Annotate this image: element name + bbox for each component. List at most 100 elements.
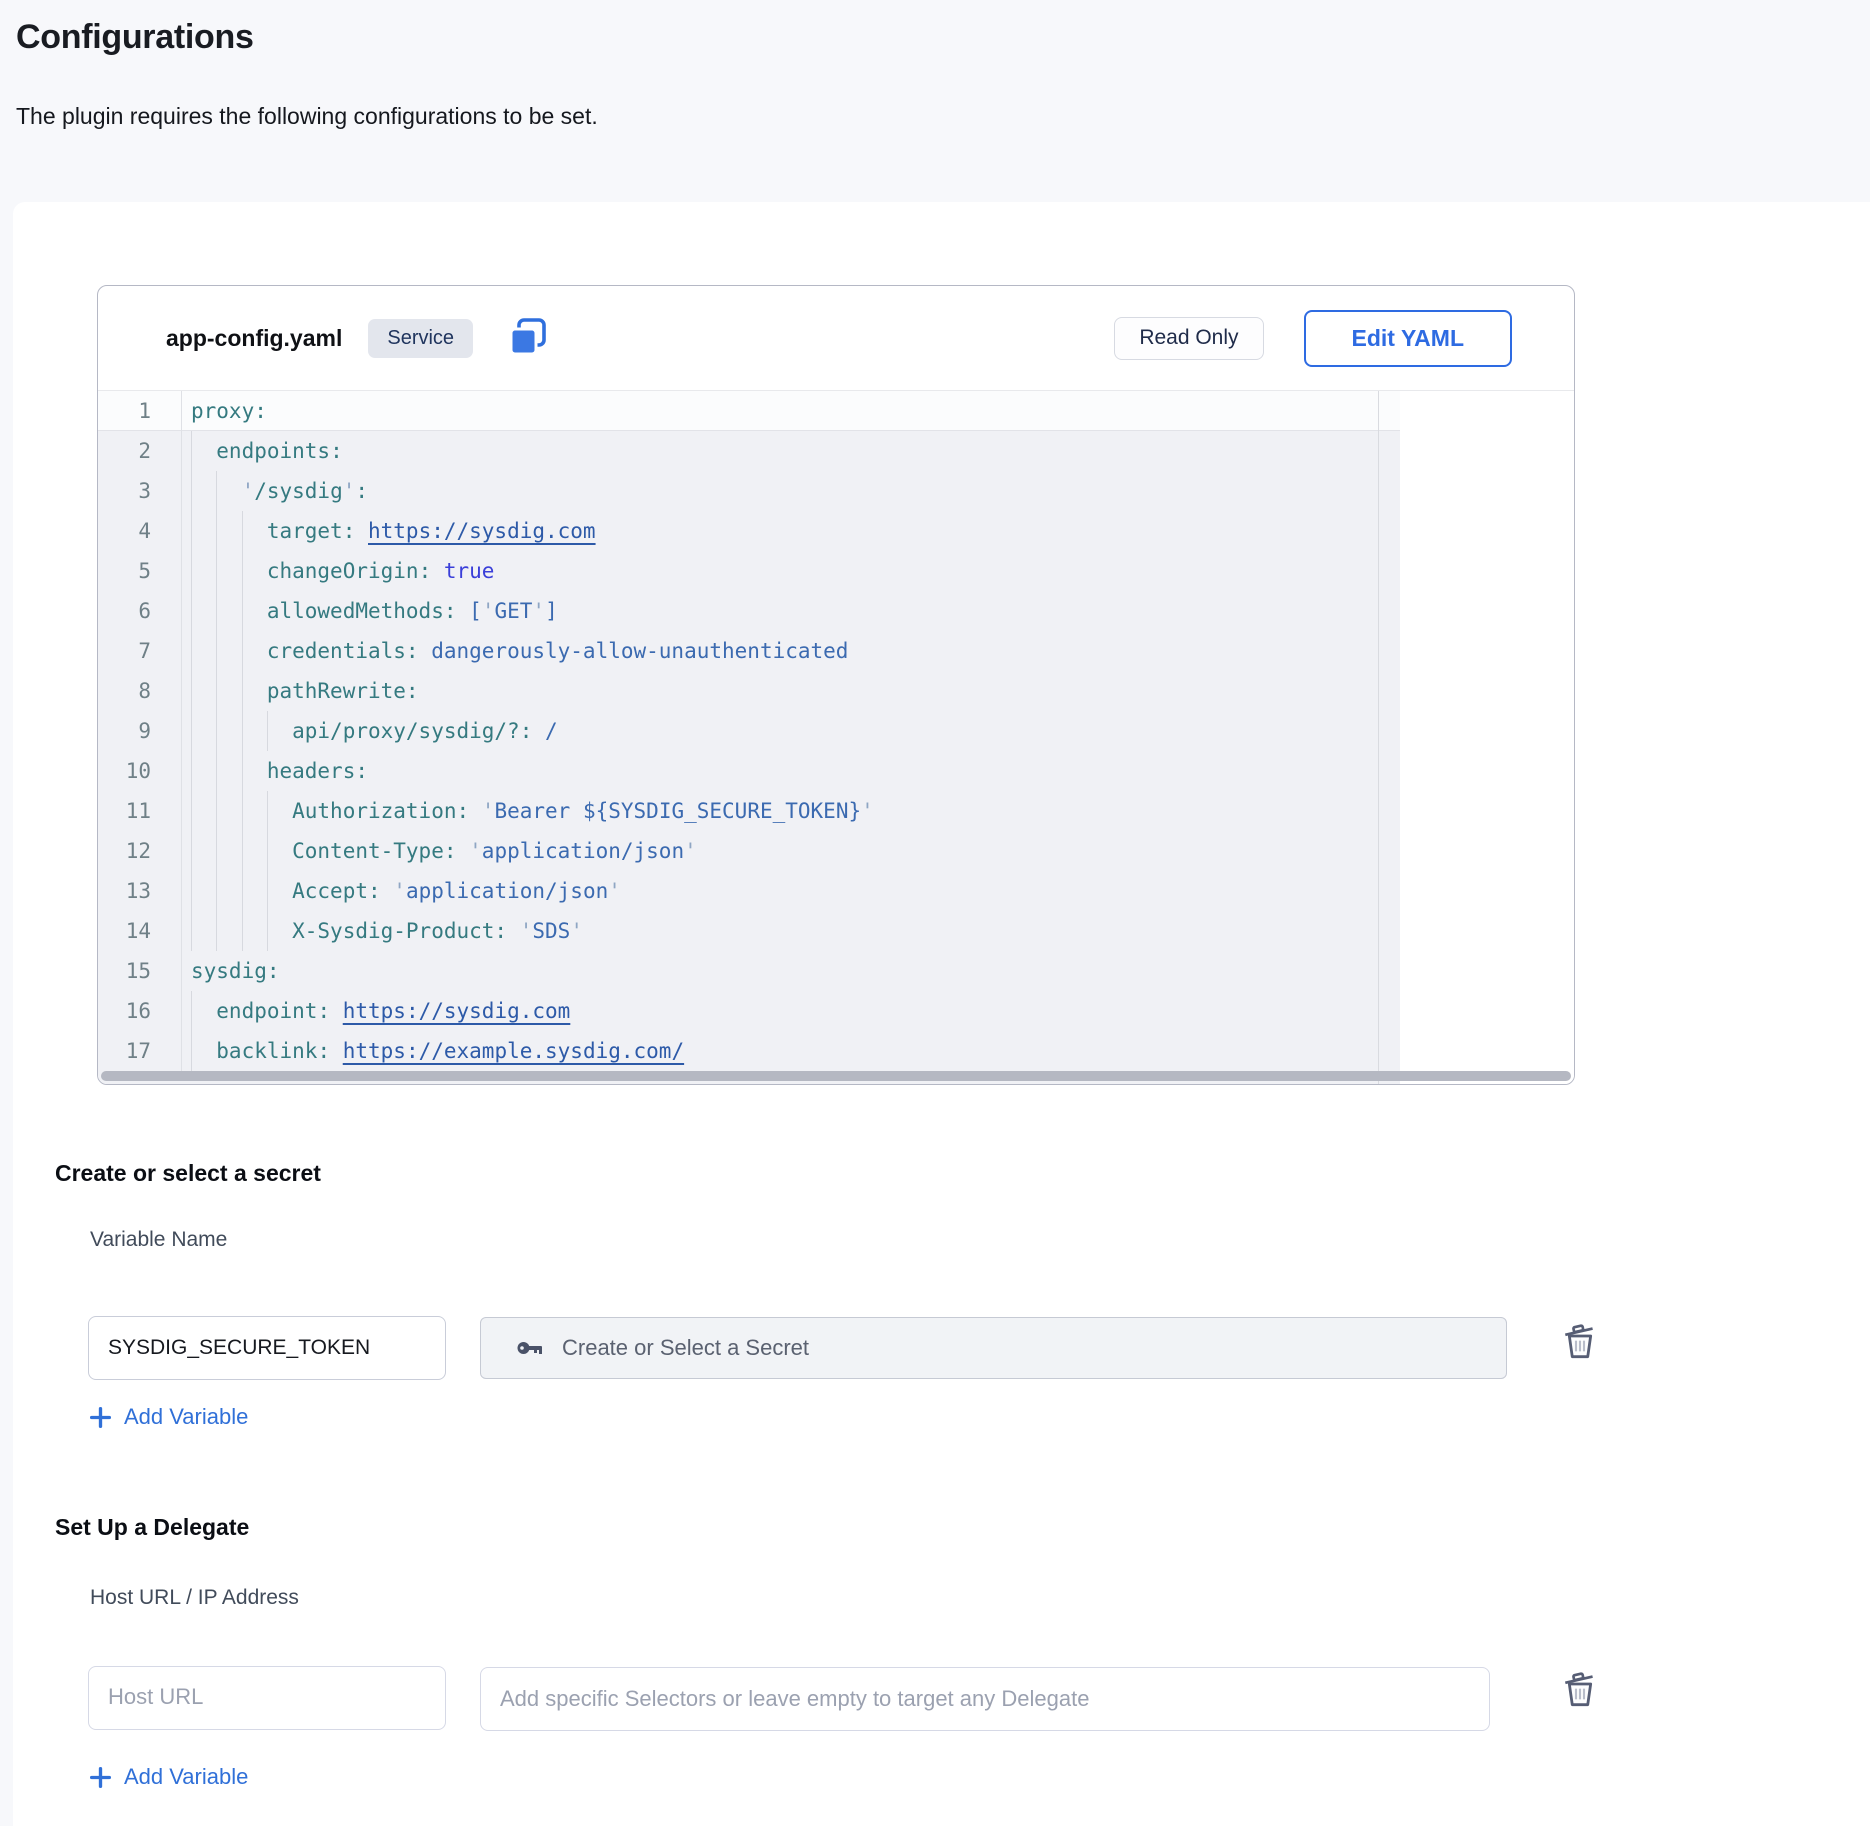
indent-guide <box>242 631 267 671</box>
main-panel: app-config.yaml Service Read Only Edit Y… <box>13 202 1870 1826</box>
add-variable-label: Add Variable <box>124 1764 248 1790</box>
code-line: 17backlink: https://example.sysdig.com/ <box>98 1031 1400 1071</box>
vertical-scrollbar-track[interactable] <box>1378 391 1400 1084</box>
indent-guide <box>216 791 241 831</box>
indent-guide <box>242 751 267 791</box>
indent-guide <box>242 871 267 911</box>
indent-guide <box>267 711 292 751</box>
indent-guide <box>267 871 292 911</box>
indent-guide <box>191 631 216 671</box>
secret-select-placeholder: Create or Select a Secret <box>562 1335 809 1361</box>
code-line: 16endpoint: https://sysdig.com <box>98 991 1400 1031</box>
indent-guide <box>267 831 292 871</box>
indent-guide <box>216 551 241 591</box>
secret-section-heading: Create or select a secret <box>55 1160 321 1187</box>
delete-variable-button[interactable] <box>1560 1320 1600 1360</box>
indent-guide <box>242 511 267 551</box>
indent-guide <box>242 591 267 631</box>
indent-guide <box>242 711 267 751</box>
indent-guide <box>191 471 216 511</box>
indent-guide <box>191 991 216 1031</box>
code-line: 6allowedMethods: ['GET'] <box>98 591 1400 631</box>
yaml-config-card: app-config.yaml Service Read Only Edit Y… <box>97 285 1575 1085</box>
line-number: 14 <box>98 911 182 951</box>
yaml-code-editor[interactable]: 1proxy:2endpoints:3'/sysdig':4target: ht… <box>98 390 1574 1084</box>
indent-guide <box>216 591 241 631</box>
indent-guide <box>191 751 216 791</box>
code-line: 4target: https://sysdig.com <box>98 511 1400 551</box>
line-number: 12 <box>98 831 182 871</box>
delegate-selectors-input[interactable] <box>480 1667 1490 1731</box>
copy-button[interactable] <box>507 317 549 359</box>
trash-icon <box>1560 1668 1600 1708</box>
line-number: 1 <box>98 391 182 431</box>
indent-guide <box>191 511 216 551</box>
page-subtitle: The plugin requires the following config… <box>16 103 1854 130</box>
indent-guide <box>191 831 216 871</box>
indent-guide <box>216 911 241 951</box>
delegate-section-heading: Set Up a Delegate <box>55 1514 249 1541</box>
indent-guide <box>242 911 267 951</box>
indent-guide <box>191 1031 216 1071</box>
plus-icon <box>88 1405 113 1430</box>
indent-guide <box>191 551 216 591</box>
indent-guide <box>191 591 216 631</box>
code-line: 15sysdig: <box>98 951 1400 991</box>
code-line: 12Content-Type: 'application/json' <box>98 831 1400 871</box>
code-line: 1proxy: <box>98 391 1400 431</box>
variable-name-label: Variable Name <box>90 1228 227 1252</box>
indent-guide <box>191 671 216 711</box>
indent-guide <box>216 871 241 911</box>
indent-guide <box>242 791 267 831</box>
code-line: 14X-Sysdig-Product: 'SDS' <box>98 911 1400 951</box>
page-header: Configurations The plugin requires the f… <box>0 0 1870 202</box>
trash-icon <box>1560 1320 1600 1360</box>
indent-guide <box>242 551 267 591</box>
indent-guide <box>191 791 216 831</box>
code-line: 9api/proxy/sysdig/?: / <box>98 711 1400 751</box>
line-number: 13 <box>98 871 182 911</box>
add-variable-label: Add Variable <box>124 1404 248 1430</box>
indent-guide <box>267 911 292 951</box>
line-number: 9 <box>98 711 182 751</box>
indent-guide <box>216 471 241 511</box>
yaml-card-header: app-config.yaml Service Read Only Edit Y… <box>98 286 1574 390</box>
add-variable-button-secret[interactable]: Add Variable <box>88 1404 248 1430</box>
code-line: 5changeOrigin: true <box>98 551 1400 591</box>
code-area: 1proxy:2endpoints:3'/sysdig':4target: ht… <box>98 391 1400 1084</box>
delete-delegate-button[interactable] <box>1560 1668 1600 1708</box>
indent-guide <box>216 511 241 551</box>
horizontal-scrollbar[interactable] <box>101 1071 1571 1081</box>
edit-yaml-button[interactable]: Edit YAML <box>1304 310 1512 367</box>
line-number: 8 <box>98 671 182 711</box>
line-number: 11 <box>98 791 182 831</box>
secret-select-field[interactable]: Create or Select a Secret <box>480 1317 1507 1379</box>
line-number: 15 <box>98 951 182 991</box>
page-title: Configurations <box>16 18 1854 57</box>
config-file-name: app-config.yaml <box>166 325 342 352</box>
line-number: 7 <box>98 631 182 671</box>
indent-guide <box>191 431 216 471</box>
code-line: 8pathRewrite: <box>98 671 1400 711</box>
add-variable-button-delegate[interactable]: Add Variable <box>88 1764 248 1790</box>
variable-name-input[interactable] <box>88 1316 446 1380</box>
line-number: 10 <box>98 751 182 791</box>
indent-guide <box>267 791 292 831</box>
indent-guide <box>216 751 241 791</box>
indent-guide <box>216 831 241 871</box>
host-url-label: Host URL / IP Address <box>90 1586 299 1610</box>
line-number: 3 <box>98 471 182 511</box>
host-url-input[interactable] <box>88 1666 446 1730</box>
line-number: 2 <box>98 431 182 471</box>
indent-guide <box>216 711 241 751</box>
indent-guide <box>216 671 241 711</box>
code-right-gutter <box>1400 391 1574 1084</box>
code-line: 13Accept: 'application/json' <box>98 871 1400 911</box>
line-number: 17 <box>98 1031 182 1071</box>
copy-icon <box>507 317 549 359</box>
indent-guide <box>216 631 241 671</box>
code-line: 11Authorization: 'Bearer ${SYSDIG_SECURE… <box>98 791 1400 831</box>
code-line: 7credentials: dangerously-allow-unauthen… <box>98 631 1400 671</box>
service-badge: Service <box>368 319 473 358</box>
read-only-button[interactable]: Read Only <box>1114 317 1263 360</box>
